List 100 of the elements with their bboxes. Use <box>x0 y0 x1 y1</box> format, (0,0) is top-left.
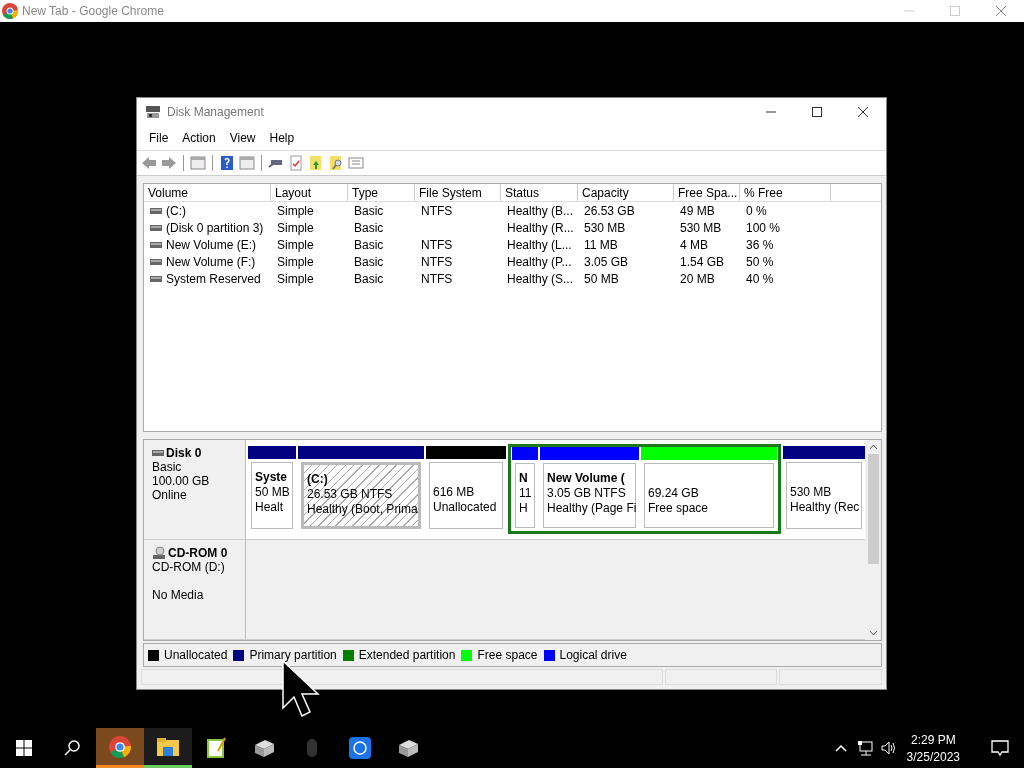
legend-label: Extended partition <box>358 648 456 662</box>
table-cell: 0 % <box>746 203 767 218</box>
panel-icon[interactable] <box>190 155 206 171</box>
drive-icon <box>150 224 162 231</box>
table-cell: NTFS <box>421 254 453 269</box>
app-icon[interactable] <box>349 737 371 759</box>
table-cell: 49 MB <box>680 203 715 218</box>
partition-block[interactable]: Syste 50 MB Healt <box>251 462 293 529</box>
legend-label: Free space <box>477 648 538 662</box>
checklist-icon[interactable] <box>288 155 304 171</box>
partition-detail: 3.05 GB NTFS <box>547 486 627 501</box>
browser-logo-icon <box>109 735 131 758</box>
extended-partition[interactable]: N 11 H New Volume ( 3.05 GB NTFS Healthy (Page Fi 69.24 GB Free space <box>508 444 781 534</box>
menu-item[interactable]: File <box>143 129 175 147</box>
column-header[interactable]: Capacity <box>578 184 674 201</box>
partition-detail: 26.53 GB NTFS <box>307 487 394 502</box>
network-icon[interactable] <box>856 740 873 756</box>
partition-block[interactable]: 530 MB Healthy (Rec <box>786 462 862 529</box>
partition-block[interactable]: (C:) 26.53 GB NTFS Healthy (Boot, Prima <box>301 462 421 529</box>
column-header[interactable]: File System <box>415 184 501 201</box>
back-arrow-icon[interactable] <box>141 155 157 171</box>
clock-time[interactable]: 2:29 PM <box>910 732 956 747</box>
column-header[interactable]: Status <box>501 184 578 201</box>
column-header[interactable]: Layout <box>271 184 348 201</box>
column-header[interactable]: Free Spa... <box>674 184 740 201</box>
table-cell: NTFS <box>421 271 453 286</box>
table-cell: 530 MB <box>584 220 626 235</box>
partition-block[interactable]: 69.24 GB Free space <box>644 463 774 528</box>
table-cell: System Reserved <box>166 271 261 286</box>
table-cell: New Volume (F:) <box>166 254 256 269</box>
table-cell: 1.54 GB <box>680 254 725 269</box>
browser-title: New Tab - Google Chrome <box>22 4 164 18</box>
windows-start-icon[interactable] <box>16 740 32 756</box>
partition-name: New Volume ( <box>547 471 626 486</box>
drive-icon <box>150 275 162 282</box>
drive-box-icon[interactable] <box>397 739 419 757</box>
partition-block[interactable]: N 11 H <box>515 463 535 528</box>
volume-icon[interactable] <box>880 740 897 756</box>
drive-box-icon[interactable] <box>253 739 275 757</box>
partition-name: Syste <box>255 470 289 485</box>
partition-detail: H <box>519 501 529 516</box>
close-icon[interactable] <box>857 106 869 118</box>
column-header[interactable]: Volume <box>144 184 271 201</box>
notepad-icon[interactable] <box>206 737 226 759</box>
partition-detail: Healthy (Rec <box>790 500 858 515</box>
table-cell: Healthy (R... <box>507 220 574 235</box>
table-cell: Healthy (L... <box>507 237 572 252</box>
table-cell: 4 MB <box>680 237 708 252</box>
column-header[interactable]: Type <box>348 184 415 201</box>
table-cell: (Disk 0 partition 3) <box>166 220 264 235</box>
help-icon[interactable] <box>219 155 235 171</box>
partition-name: N <box>519 471 529 486</box>
drive-icon <box>150 241 162 248</box>
table-cell: 36 % <box>746 237 774 252</box>
table-cell: 20 MB <box>680 271 715 286</box>
scroll-up-icon[interactable] <box>868 444 878 450</box>
menu-item[interactable]: Help <box>263 129 301 147</box>
browser-taskbar-button[interactable] <box>96 728 144 768</box>
scroll-down-icon[interactable] <box>868 630 878 636</box>
table-cell: Basic <box>354 237 384 252</box>
chevron-up-icon[interactable] <box>834 744 847 752</box>
partition-detail: 530 MB <box>790 485 833 500</box>
disk-name: CD-ROM 0 <box>168 546 228 560</box>
window-title: Disk Management <box>167 105 265 119</box>
cd-drive-icon <box>152 546 166 560</box>
menu-item[interactable]: View <box>223 129 262 147</box>
disk-detail: CD-ROM (D:) <box>152 560 226 574</box>
scrollbar[interactable] <box>865 440 881 640</box>
partition-block[interactable]: 616 MB Unallocated <box>429 462 503 529</box>
partition-block[interactable]: New Volume ( 3.05 GB NTFS Healthy (Page Fi <box>543 463 636 528</box>
table-cell: Basic <box>354 254 384 269</box>
table-cell: 3.05 GB <box>584 254 629 269</box>
table-cell: Healthy (B... <box>507 203 574 218</box>
menu-item[interactable]: Action <box>176 129 222 147</box>
folder-icon <box>157 737 179 756</box>
disk-detail: 100.00 GB <box>152 474 211 488</box>
partition-name: (C:) <box>307 472 329 487</box>
scrollbar-thumb[interactable] <box>867 454 879 564</box>
forward-arrow-icon[interactable] <box>161 155 177 171</box>
table-cell: Healthy (S... <box>507 271 574 286</box>
disk-drive-icon <box>145 105 161 119</box>
drive-icon <box>150 207 162 214</box>
clock-date[interactable]: 3/25/2023 <box>906 749 960 764</box>
partition-detail: 616 MB <box>433 485 476 500</box>
folder-taskbar-button[interactable] <box>144 728 192 768</box>
table-cell: Basic <box>354 220 384 235</box>
column-header[interactable]: % Free <box>740 184 831 201</box>
table-cell: (C:) <box>166 203 186 218</box>
table-cell: NTFS <box>421 237 453 252</box>
notification-icon[interactable] <box>991 739 1009 757</box>
table-cell: 11 MB <box>584 237 618 252</box>
legend-label: Logical drive <box>559 648 627 662</box>
table-cell: 40 % <box>746 271 774 286</box>
table-cell: Simple <box>277 237 314 252</box>
search-icon[interactable] <box>63 739 81 757</box>
partition-detail: Free space <box>648 501 710 516</box>
partition-detail: Unallocated <box>433 500 498 515</box>
table-cell: 26.53 GB <box>584 203 635 218</box>
maximize-icon[interactable] <box>812 107 822 117</box>
folder-up-icon[interactable] <box>308 155 324 171</box>
